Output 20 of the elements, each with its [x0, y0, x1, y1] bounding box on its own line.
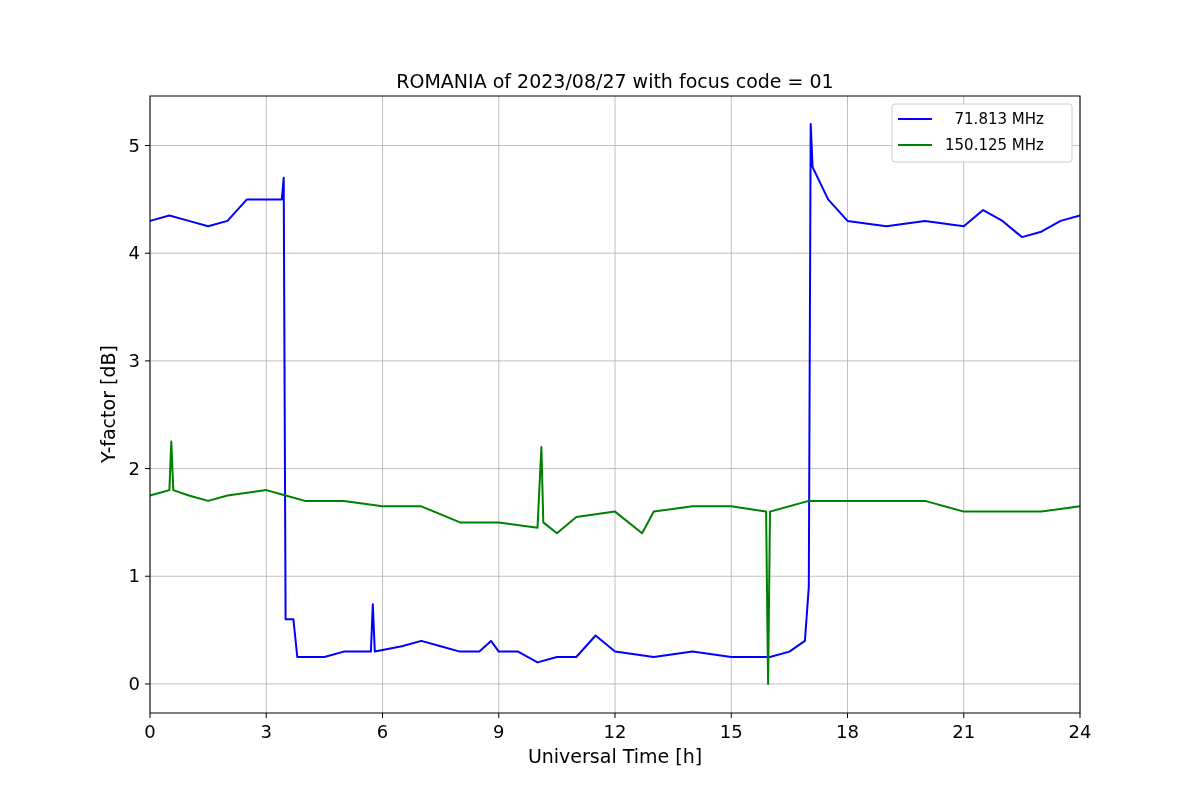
x-tick-label: 3	[260, 721, 272, 742]
chart-title: ROMANIA of 2023/08/27 with focus code = 01	[396, 70, 834, 92]
y-axis-label: Y-factor [dB]	[97, 345, 119, 463]
y-tick-label: 3	[128, 349, 140, 371]
x-tick-label: 0	[144, 721, 156, 742]
x-tick-label: 15	[719, 721, 743, 742]
x-tick-label: 24	[1068, 721, 1092, 742]
x-tick-label: 21	[952, 721, 976, 742]
x-tick-label: 18	[836, 721, 859, 742]
x-tick-label: 9	[493, 721, 505, 742]
y-tick-label: 1	[128, 565, 140, 587]
legend-label: 150.125 MHz	[945, 136, 1044, 154]
y-tick-label: 2	[128, 457, 140, 479]
y-tick-label: 0	[128, 672, 140, 694]
y-tick-label: 4	[128, 242, 140, 264]
y-tick-label: 5	[128, 134, 140, 156]
x-axis-label: Universal Time [h]	[527, 745, 703, 767]
x-tick-label: 12	[603, 721, 627, 742]
x-tick-label: 6	[376, 721, 389, 742]
legend-label: 71.813 MHz	[954, 110, 1044, 128]
